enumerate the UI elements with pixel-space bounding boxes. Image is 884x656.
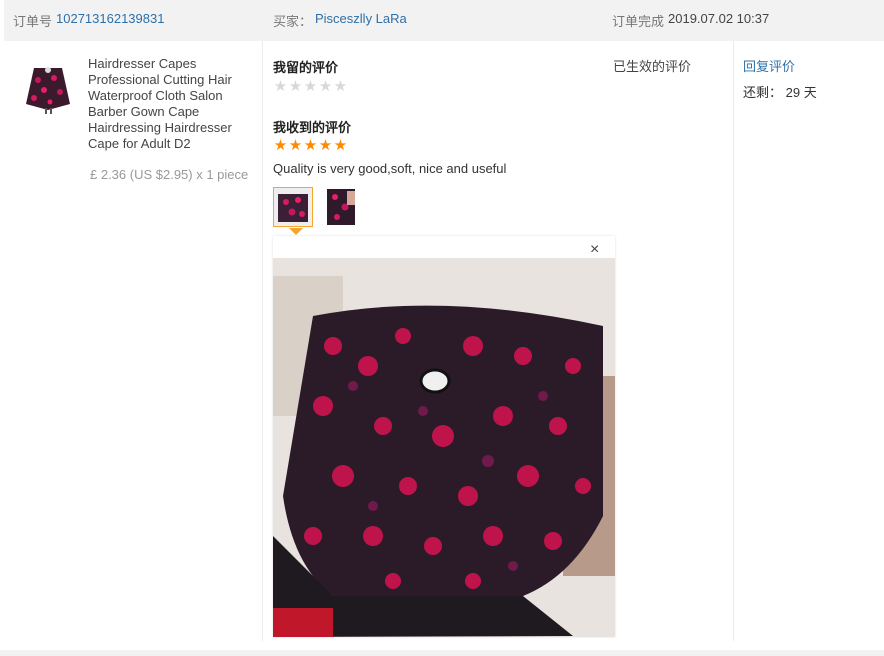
product-thumbnail[interactable] (20, 60, 76, 116)
star-empty-icon: ★ (318, 78, 333, 95)
star-filled-icon: ★ (273, 137, 288, 154)
selected-photo-pointer (289, 228, 303, 235)
reply-feedback-link[interactable]: 回复评价 (743, 56, 795, 75)
review-photo-thumb-1[interactable] (273, 187, 313, 227)
feedback-status: 已生效的评价 (613, 59, 692, 74)
star-empty-icon: ★ (273, 78, 288, 95)
order-header: 订单号 102713162139831 买家： Pisceszlly LaRa … (4, 0, 884, 41)
remaining-value: 29 天 (785, 85, 817, 100)
product-title-link[interactable]: Hairdresser Capes Professional Cutting H… (88, 56, 253, 152)
review-photo-2-icon (321, 187, 361, 227)
completed-label: 订单完成 (612, 14, 665, 29)
close-icon[interactable]: × (590, 241, 599, 259)
product-price: £ 2.36 (US $2.95) x 1 piece (90, 167, 249, 182)
received-feedback-stars: ★ ★ ★ ★ ★ (273, 138, 348, 153)
review-photo-thumb-2[interactable] (321, 187, 361, 227)
left-feedback-stars: ★ ★ ★ ★ ★ (273, 79, 348, 94)
cape-product-icon (20, 60, 76, 116)
star-filled-icon: ★ (303, 137, 318, 154)
remaining-label: 还剩： (743, 85, 783, 100)
review-photo-1-icon (274, 188, 312, 226)
star-filled-icon: ★ (318, 137, 333, 154)
left-feedback-title: 我留的评价 (273, 60, 339, 75)
column-divider (733, 41, 734, 641)
received-feedback-title: 我收到的评价 (273, 120, 352, 135)
review-comment: Quality is very good,soft, nice and usef… (273, 161, 507, 176)
star-filled-icon: ★ (288, 137, 303, 154)
photo-viewer (273, 236, 615, 637)
buyer-label: 买家： (273, 14, 313, 29)
column-divider (262, 41, 263, 641)
star-empty-icon: ★ (303, 78, 318, 95)
remaining-time: 还剩： 29 天 (743, 82, 817, 101)
enlarged-review-photo (273, 236, 615, 637)
buyer-name-link[interactable]: Pisceszlly LaRa (315, 11, 407, 26)
order-number-label: 订单号 (13, 14, 53, 29)
star-empty-icon: ★ (288, 78, 303, 95)
order-number-link[interactable]: 102713162139831 (56, 11, 164, 26)
star-empty-icon: ★ (333, 78, 348, 95)
bottom-separator (0, 650, 884, 656)
completed-time: 2019.07.02 10:37 (668, 11, 770, 26)
star-filled-icon: ★ (333, 137, 348, 154)
